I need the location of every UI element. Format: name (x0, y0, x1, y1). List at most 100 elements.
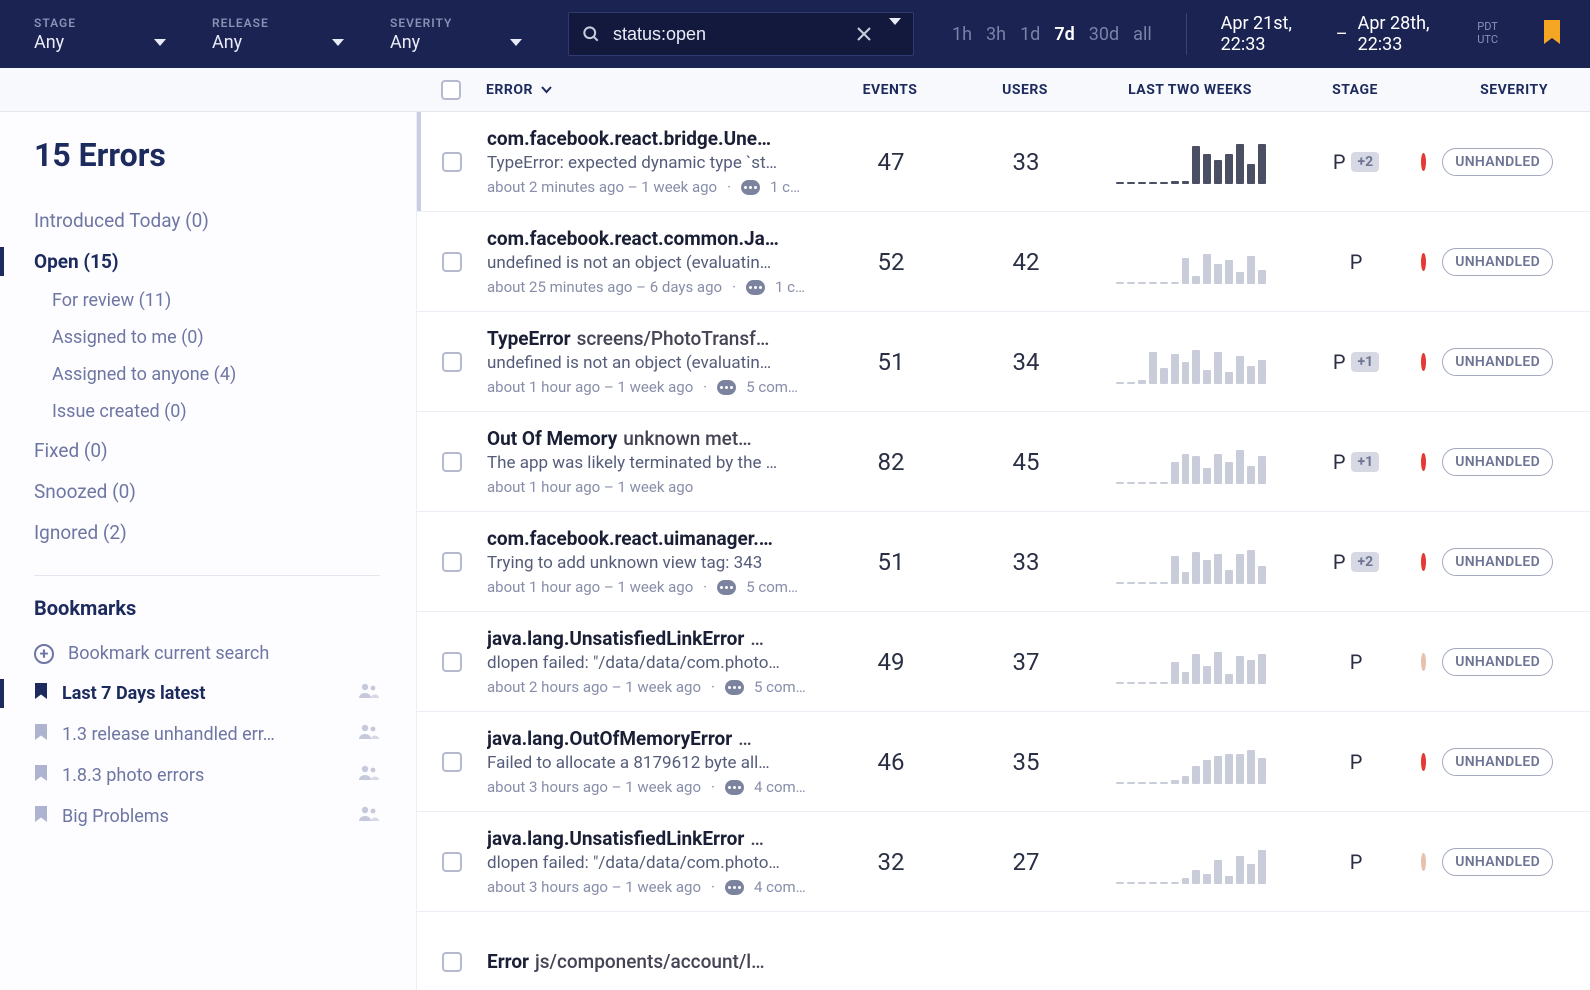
stage: P (1291, 750, 1421, 774)
error-meta: about 25 minutes ago – 6 days ago · 1 c… (487, 278, 807, 296)
top-filter-bar: STAGE AnyRELEASE AnySEVERITY Any 1h3h1d7… (0, 0, 1590, 68)
events-count: 52 (821, 248, 961, 276)
error-row[interactable]: com.facebook.react.uimanager.… Trying to… (417, 512, 1590, 612)
time-range-1d[interactable]: 1d (1020, 24, 1040, 45)
filter-label: STAGE (34, 16, 184, 30)
search-input[interactable] (613, 24, 845, 45)
col-header-severity[interactable]: SEVERITY (1420, 82, 1580, 98)
error-message: undefined is not an object (evaluatin… (487, 353, 807, 373)
people-icon (358, 806, 380, 827)
bookmark-label: 1.8.3 photo errors (62, 765, 344, 786)
error-row[interactable]: Errorjs/components/account/l… (417, 912, 1590, 990)
time-range-1h[interactable]: 1h (952, 24, 972, 45)
error-row[interactable]: java.lang.UnsatisfiedLinkError… dlopen f… (417, 812, 1590, 912)
row-checkbox[interactable] (442, 352, 462, 372)
comments-icon (725, 680, 744, 695)
bookmark-item[interactable]: Last 7 Days latest (34, 673, 380, 714)
sparkline (1116, 340, 1266, 384)
select-all-checkbox[interactable] (441, 80, 461, 100)
bookmark-current-search[interactable]: + Bookmark current search (34, 634, 380, 673)
row-checkbox[interactable] (442, 552, 462, 572)
severity-badge: UNHANDLED (1442, 648, 1553, 676)
col-header-events[interactable]: EVENTS (820, 82, 960, 98)
search-dropdown-icon[interactable] (889, 25, 901, 43)
time-range-3h[interactable]: 3h (986, 24, 1006, 45)
search-icon (581, 24, 601, 44)
bookmark-label: 1.3 release unhandled err… (62, 724, 344, 745)
error-row[interactable]: com.facebook.react.bridge.Une… TypeError… (417, 112, 1590, 212)
stage-extra-pill: +1 (1351, 452, 1379, 472)
date-range[interactable]: Apr 21st, 22:33 – Apr 28th, 22:33 PDT UT… (1221, 13, 1498, 55)
col-header-stage[interactable]: STAGE (1290, 82, 1420, 98)
time-range-7d[interactable]: 7d (1054, 24, 1074, 45)
row-checkbox[interactable] (442, 752, 462, 772)
people-icon (358, 765, 380, 786)
caret-down-icon (332, 39, 344, 46)
search-box[interactable] (568, 12, 914, 56)
error-message: undefined is not an object (evaluatin… (487, 253, 807, 273)
error-row[interactable]: TypeErrorscreens/PhotoTransf… undefined … (417, 312, 1590, 412)
filter-value[interactable]: Any (212, 32, 362, 53)
sidebar-subfilter[interactable]: Assigned to me (0) (52, 319, 380, 356)
row-checkbox[interactable] (442, 852, 462, 872)
events-count: 32 (821, 848, 961, 876)
filter-severity[interactable]: SEVERITY Any (390, 16, 540, 53)
col-header-error[interactable]: ERROR (486, 82, 820, 98)
row-checkbox[interactable] (442, 952, 462, 972)
error-row[interactable]: java.lang.UnsatisfiedLinkError… dlopen f… (417, 612, 1590, 712)
filter-value[interactable]: Any (390, 32, 540, 53)
filter-value[interactable]: Any (34, 32, 184, 53)
stage-extra-pill: +1 (1351, 352, 1379, 372)
row-checkbox[interactable] (442, 652, 462, 672)
filter-release[interactable]: RELEASE Any (212, 16, 362, 53)
filter-stage[interactable]: STAGE Any (34, 16, 184, 53)
bookmark-icon (34, 764, 48, 787)
time-range-30d[interactable]: 30d (1089, 24, 1119, 45)
stage: P+1 (1291, 350, 1421, 374)
col-header-last2w[interactable]: LAST TWO WEEKS (1090, 82, 1290, 98)
caret-down-icon (510, 39, 522, 46)
error-meta: about 2 hours ago – 1 week ago · 5 com… (487, 678, 807, 696)
severity-badge: UNHANDLED (1442, 848, 1553, 876)
sidebar-subfilter[interactable]: Issue created (0) (52, 393, 380, 430)
sparkline (1116, 640, 1266, 684)
bookmark-label: Last 7 Days latest (62, 683, 344, 704)
bookmark-item[interactable]: 1.3 release unhandled err… (34, 714, 380, 755)
severity-badge: UNHANDLED (1442, 148, 1553, 176)
error-row[interactable]: com.facebook.react.common.Ja… undefined … (417, 212, 1590, 312)
sidebar-subfilter[interactable]: Assigned to anyone (4) (52, 356, 380, 393)
events-count: 49 (821, 648, 961, 676)
clear-search-icon[interactable] (857, 27, 871, 41)
filter-label: SEVERITY (390, 16, 540, 30)
stage: P (1291, 850, 1421, 874)
error-row[interactable]: java.lang.OutOfMemoryError… Failed to al… (417, 712, 1590, 812)
bookmark-icon (34, 682, 48, 705)
severity-badge: UNHANDLED (1442, 748, 1553, 776)
bookmark-item[interactable]: 1.8.3 photo errors (34, 755, 380, 796)
sidebar-subfilter[interactable]: For review (11) (52, 282, 380, 319)
bookmark-item[interactable]: Big Problems (34, 796, 380, 837)
sidebar-filter[interactable]: Snoozed (0) (34, 471, 380, 512)
sidebar-filter[interactable]: Ignored (2) (34, 512, 380, 553)
col-header-users[interactable]: USERS (960, 82, 1090, 98)
row-checkbox[interactable] (442, 452, 462, 472)
selection-bar (417, 112, 421, 211)
bookmark-page-icon[interactable] (1542, 19, 1562, 49)
row-checkbox[interactable] (442, 152, 462, 172)
filter-label: RELEASE (212, 16, 362, 30)
users-count: 27 (961, 848, 1091, 876)
error-row[interactable]: Out Of Memoryunknown met… The app was li… (417, 412, 1590, 512)
time-range-all[interactable]: all (1133, 24, 1152, 45)
error-meta: about 1 hour ago – 1 week ago · 5 com… (487, 378, 807, 396)
sidebar-filter[interactable]: Open (15) (34, 241, 380, 282)
sidebar-filter[interactable]: Fixed (0) (34, 430, 380, 471)
users-count: 37 (961, 648, 1091, 676)
error-meta: about 1 hour ago – 1 week ago (487, 478, 807, 496)
sidebar-filter[interactable]: Introduced Today (0) (34, 200, 380, 241)
severity-dot (1421, 253, 1426, 271)
stage-extra-pill: +2 (1351, 552, 1379, 572)
users-count: 34 (961, 348, 1091, 376)
row-checkbox[interactable] (442, 252, 462, 272)
sparkline (1116, 440, 1266, 484)
severity-dot (1421, 553, 1426, 571)
